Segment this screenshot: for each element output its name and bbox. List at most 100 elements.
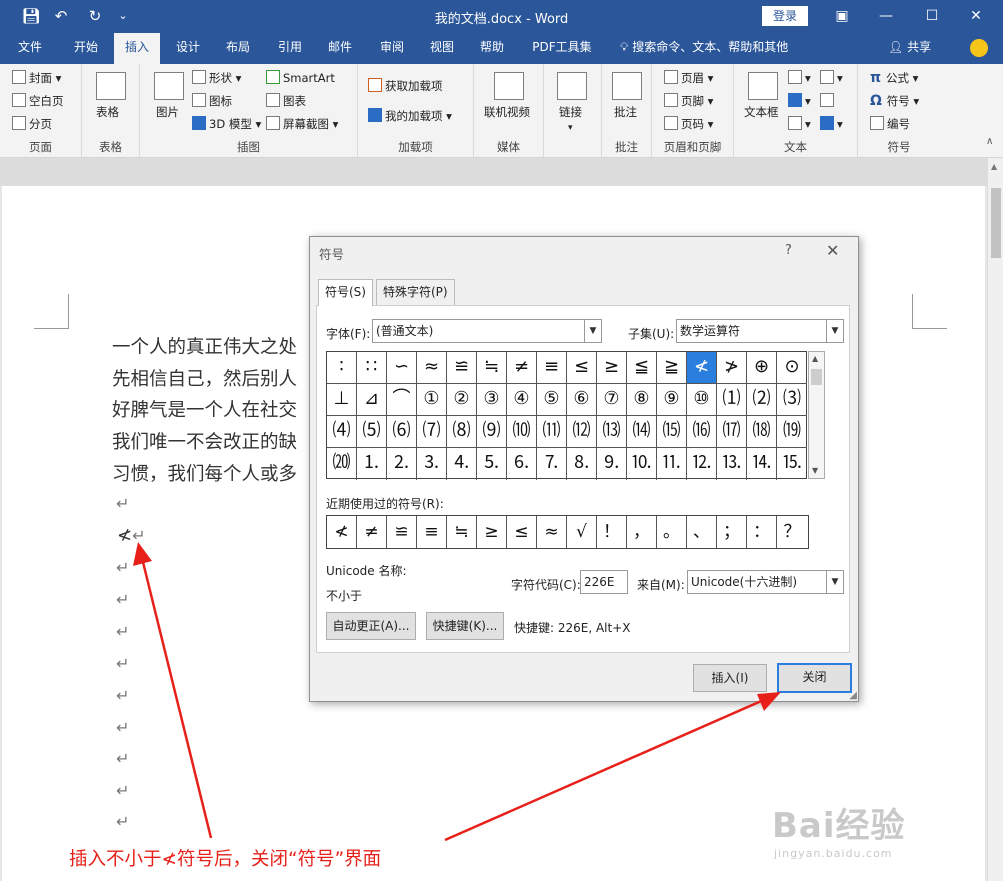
symbol-cell[interactable]: ⒄ (717, 416, 747, 448)
symbol-cell[interactable]: ⑤ (537, 384, 567, 416)
maximize-icon[interactable]: ☐ (916, 4, 948, 28)
recent-symbol-cell[interactable]: √ (567, 516, 597, 548)
resize-grip-icon[interactable]: ◢ (849, 690, 857, 701)
recent-symbol-cell[interactable]: ≡ (417, 516, 447, 548)
tab-mailings[interactable]: 邮件 (318, 33, 362, 64)
picture-button[interactable]: 图片 (156, 104, 179, 120)
symbol-cell[interactable]: ≤ (567, 352, 597, 384)
symbol-cell[interactable]: ⒅ (747, 416, 777, 448)
tab-insert[interactable]: 插入 (114, 33, 160, 64)
signature-line-button[interactable]: ▾ (820, 70, 843, 86)
symbol-cell[interactable]: ⊕ (747, 352, 777, 384)
recent-symbol-cell[interactable]: ≠ (357, 516, 387, 548)
symbol-cell[interactable]: ⑴ (717, 384, 747, 416)
symbol-cell[interactable]: ⒒ (657, 448, 687, 480)
symbol-cell[interactable]: ⑥ (567, 384, 597, 416)
recent-symbol-cell[interactable]: ？ (777, 516, 807, 548)
footer-button[interactable]: 页脚 ▾ (664, 93, 713, 109)
dialog-close-icon[interactable]: ✕ (826, 241, 839, 260)
scroll-up-icon[interactable]: ▲ (991, 162, 997, 171)
symbol-cell[interactable]: ③ (477, 384, 507, 416)
symbol-cell[interactable]: ⒁ (627, 416, 657, 448)
symbol-cell[interactable]: ≥ (597, 352, 627, 384)
vertical-scrollbar[interactable]: ▲ (987, 158, 1003, 881)
online-video-button[interactable]: 联机视频 (484, 104, 530, 120)
symbol-cell[interactable]: ⑨ (657, 384, 687, 416)
from-select[interactable]: Unicode(十六进制) ▼ (687, 570, 844, 594)
scroll-up-icon[interactable]: ▲ (812, 354, 818, 363)
tab-review[interactable]: 审阅 (370, 33, 414, 64)
symbol-cell[interactable]: ⌒ (387, 384, 417, 416)
my-addins-button[interactable]: 我的加载项 ▾ (368, 108, 452, 124)
symbol-cell[interactable]: ⒃ (687, 416, 717, 448)
smartart-button[interactable]: SmartArt (266, 70, 335, 86)
recent-symbol-cell[interactable]: ≥ (477, 516, 507, 548)
symbol-cell[interactable]: ≮ (687, 352, 717, 384)
symbol-cell[interactable]: ② (447, 384, 477, 416)
symbol-grid-scrollbar[interactable]: ▲ ▼ (808, 351, 825, 479)
header-button[interactable]: 页眉 ▾ (664, 70, 713, 86)
chart-button[interactable]: 图表 (266, 93, 306, 109)
symbol-cell[interactable]: ⒔ (717, 448, 747, 480)
shapes-button[interactable]: 形状 ▾ (192, 70, 241, 86)
symbol-cell[interactable]: ⑹ (387, 416, 417, 448)
comment-button[interactable]: 批注 (614, 104, 637, 120)
recent-symbol-cell[interactable]: ， (627, 516, 657, 548)
symbol-cell[interactable]: ⒀ (597, 416, 627, 448)
recent-symbol-cell[interactable]: 、 (687, 516, 717, 548)
tab-references[interactable]: 引用 (268, 33, 312, 64)
ribbon-display-icon[interactable]: ▣ (826, 4, 858, 28)
symbol-cell[interactable]: ≒ (477, 352, 507, 384)
scroll-thumb[interactable] (991, 188, 1001, 258)
symbol-cell[interactable]: ⑦ (597, 384, 627, 416)
tell-me-search[interactable]: 💡︎ 搜索命令、文本、帮助和其他 (620, 33, 788, 64)
symbol-cell[interactable]: ⑻ (447, 416, 477, 448)
font-select[interactable]: (普通文本) ▼ (372, 319, 602, 343)
recent-symbol-cell[interactable]: ≈ (537, 516, 567, 548)
minimize-icon[interactable]: — (870, 4, 902, 28)
symbol-cell[interactable]: ⒈ (357, 448, 387, 480)
number-button[interactable]: 编号 (870, 116, 910, 132)
symbol-cell[interactable]: ⒌ (477, 448, 507, 480)
tab-layout[interactable]: 布局 (216, 33, 260, 64)
recent-symbol-cell[interactable]: ≒ (447, 516, 477, 548)
symbol-cell[interactable]: ⑼ (477, 416, 507, 448)
shortcut-key-button[interactable]: 快捷键(K)... (426, 612, 504, 640)
symbol-cell[interactable]: ⒑ (627, 448, 657, 480)
recent-symbol-cell[interactable]: 。 (657, 516, 687, 548)
symbol-cell[interactable]: ④ (507, 384, 537, 416)
page-break-button[interactable]: 分页 (12, 116, 52, 132)
symbol-cell[interactable]: ≧ (657, 352, 687, 384)
symbol-cell[interactable]: ⑽ (507, 416, 537, 448)
recent-symbol-cell[interactable]: ！ (597, 516, 627, 548)
symbol-cell[interactable]: ⑶ (777, 384, 807, 416)
link-dropdown-icon[interactable]: ▾ (568, 120, 573, 136)
symbol-cell[interactable]: ⑸ (357, 416, 387, 448)
tab-special-characters[interactable]: 特殊字符(P) (376, 279, 455, 305)
symbol-cell[interactable]: ≯ (717, 352, 747, 384)
share-button[interactable]: 👤︎ 共享 (888, 33, 931, 64)
link-button[interactable]: 链接 (559, 104, 582, 120)
drop-cap-button[interactable]: ▾ (788, 116, 811, 132)
symbol-cell[interactable]: ⊥ (327, 384, 357, 416)
table-button[interactable]: 表格 (96, 104, 119, 120)
wordart-button[interactable]: ▾ (788, 93, 811, 109)
blank-page-button[interactable]: 空白页 (12, 93, 64, 109)
symbol-cell[interactable]: ⊙ (777, 352, 807, 384)
symbol-cell[interactable]: ⑩ (687, 384, 717, 416)
login-button[interactable]: 登录 (762, 6, 808, 26)
symbol-cell[interactable]: ⒐ (597, 448, 627, 480)
subset-select[interactable]: 数学运算符 ▼ (676, 319, 844, 343)
symbol-button[interactable]: Ω 符号 ▾ (870, 93, 919, 109)
tab-view[interactable]: 视图 (420, 33, 464, 64)
date-time-button[interactable] (820, 93, 837, 109)
recent-symbol-cell[interactable]: ≮ (327, 516, 357, 548)
symbol-cell[interactable]: ∽ (387, 352, 417, 384)
symbol-cell[interactable]: ⑷ (327, 416, 357, 448)
char-code-input[interactable]: 226E (580, 570, 628, 594)
symbol-cell[interactable]: ⑧ (627, 384, 657, 416)
symbol-cell[interactable]: ≡ (537, 352, 567, 384)
symbol-cell[interactable]: ⒉ (387, 448, 417, 480)
close-button[interactable]: 关闭 (777, 663, 852, 693)
textbox-button[interactable]: 文本框 (744, 104, 779, 120)
